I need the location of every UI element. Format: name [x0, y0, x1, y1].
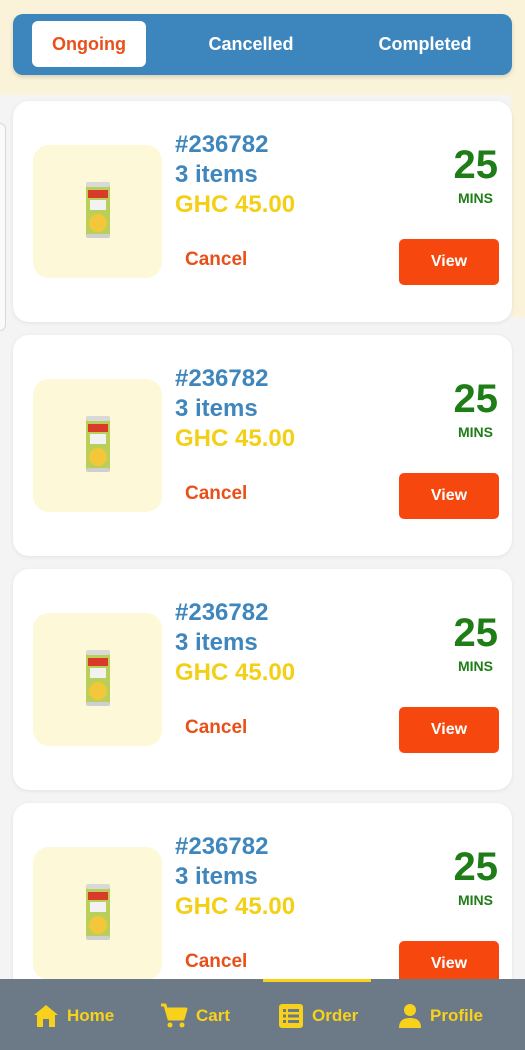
order-price: GHC 45.00: [175, 191, 296, 218]
order-number: #236782: [175, 365, 269, 392]
tab-completed[interactable]: Completed: [358, 21, 492, 67]
tab-cancelled[interactable]: Cancelled: [183, 21, 319, 67]
nav-cart[interactable]: Cart: [160, 1001, 230, 1031]
order-item-count: 3 items: [175, 161, 258, 188]
product-thumbnail: [33, 379, 162, 512]
nav-home[interactable]: Home: [33, 1001, 114, 1031]
nav-profile[interactable]: Profile: [398, 1001, 483, 1031]
cancel-order-button[interactable]: Cancel: [185, 483, 247, 505]
view-order-button[interactable]: View: [399, 239, 499, 285]
order-card: #236782 3 items GHC 45.00 25 MINS Cancel…: [13, 101, 512, 322]
delivery-time-unit: MINS: [458, 892, 493, 908]
active-tab-indicator: [263, 979, 371, 982]
nav-home-label: Home: [67, 1006, 115, 1025]
nav-cart-label: Cart: [196, 1006, 231, 1025]
delivery-time-unit: MINS: [458, 424, 493, 440]
tab-ongoing[interactable]: Ongoing: [32, 21, 146, 67]
nav-order-label: Order: [312, 1006, 359, 1025]
product-thumbnail: [33, 847, 162, 980]
view-order-button[interactable]: View: [399, 473, 499, 519]
juice-can-image: [86, 884, 110, 940]
order-card: #236782 3 items GHC 45.00 25 MINS Cancel…: [13, 569, 512, 790]
cancel-order-button[interactable]: Cancel: [185, 249, 247, 271]
background-band: [511, 95, 525, 317]
delivery-time-value: 25: [453, 611, 499, 655]
cart-icon: [161, 1003, 188, 1028]
juice-can-image: [86, 416, 110, 472]
view-order-button[interactable]: View: [399, 707, 499, 753]
juice-can-image: [86, 182, 110, 238]
juice-can-image: [86, 650, 110, 706]
order-item-count: 3 items: [175, 863, 258, 890]
cancel-order-button[interactable]: Cancel: [185, 717, 247, 739]
cancel-order-button[interactable]: Cancel: [185, 951, 247, 973]
order-item-count: 3 items: [175, 629, 258, 656]
order-card: #236782 3 items GHC 45.00 25 MINS Cancel…: [13, 335, 512, 556]
delivery-time-value: 25: [453, 143, 499, 187]
delivery-time-unit: MINS: [458, 658, 493, 674]
nav-profile-label: Profile: [430, 1006, 483, 1025]
order-price: GHC 45.00: [175, 425, 296, 452]
order-item-count: 3 items: [175, 395, 258, 422]
order-price: GHC 45.00: [175, 893, 296, 920]
product-thumbnail: [33, 613, 162, 746]
delivery-time-unit: MINS: [458, 190, 493, 206]
order-list-icon: [279, 1004, 303, 1028]
order-status-tabs: Ongoing Cancelled Completed: [13, 14, 512, 75]
order-price: GHC 45.00: [175, 659, 296, 686]
side-panel-edge: [0, 123, 6, 331]
home-icon: [34, 1005, 58, 1027]
delivery-time-value: 25: [453, 845, 499, 889]
order-number: #236782: [175, 599, 269, 626]
order-number: #236782: [175, 833, 269, 860]
product-thumbnail: [33, 145, 162, 278]
order-number: #236782: [175, 131, 269, 158]
nav-order[interactable]: Order: [278, 1001, 358, 1031]
delivery-time-value: 25: [453, 377, 499, 421]
bottom-navigation: Home Cart Order Profile: [0, 979, 525, 1050]
profile-icon: [399, 1004, 421, 1028]
